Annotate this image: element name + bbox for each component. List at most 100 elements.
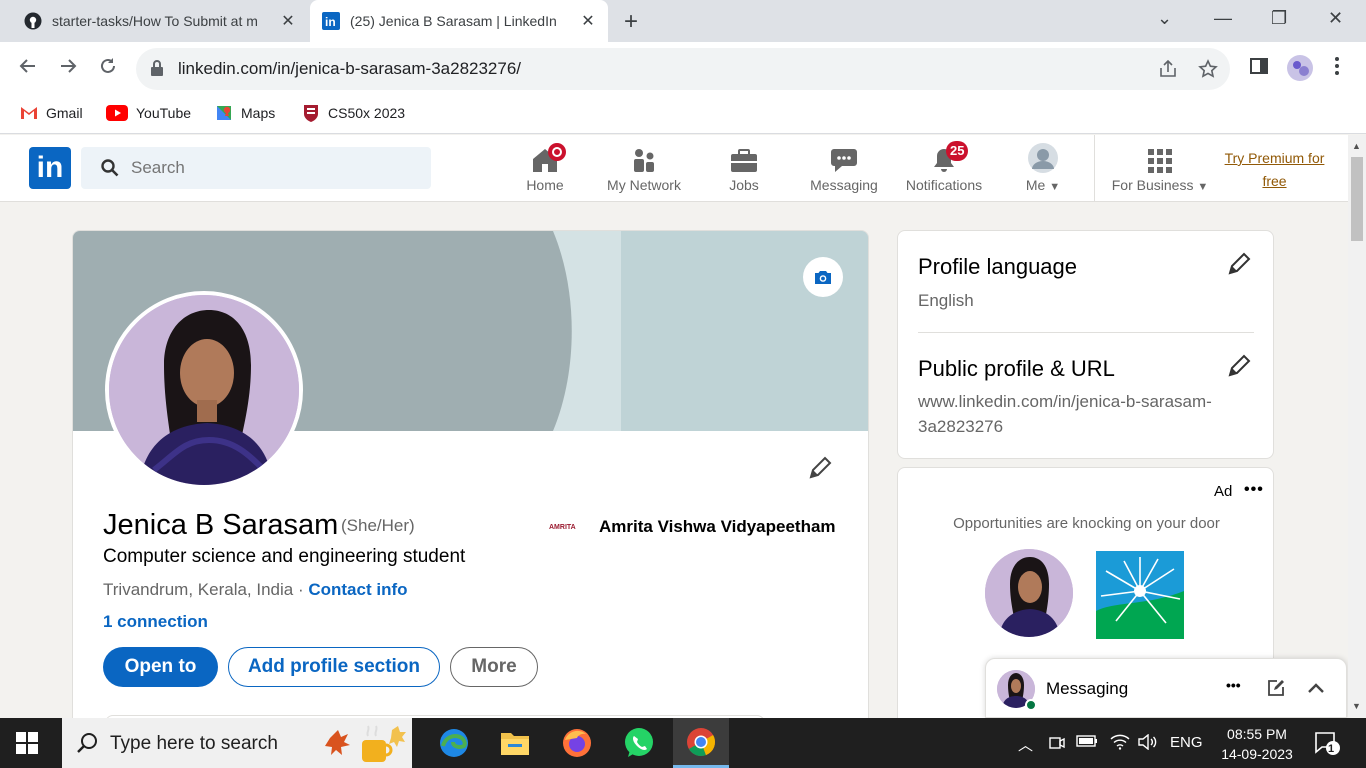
nav-my-network[interactable]: My Network — [594, 143, 694, 199]
search-icon — [76, 732, 98, 759]
notifications-badge: 25 — [946, 141, 969, 161]
nav-label: Me ▼ — [1025, 177, 1061, 193]
close-window-icon[interactable]: ✕ — [1328, 8, 1343, 29]
separator: · — [293, 580, 309, 599]
meet-now-icon[interactable] — [1048, 734, 1066, 756]
edit-language-pencil-icon[interactable] — [1226, 251, 1252, 282]
education-link[interactable]: AMRITA Amrita Vishwa Vidyapeetham — [549, 517, 836, 537]
search-input[interactable] — [131, 155, 411, 181]
edit-url-pencil-icon[interactable] — [1226, 353, 1252, 384]
battery-icon[interactable] — [1076, 734, 1098, 752]
nav-messaging[interactable]: Messaging — [794, 143, 894, 199]
profile-headline: Computer science and engineering student — [103, 546, 466, 567]
nav-me[interactable]: Me ▼ — [993, 143, 1093, 199]
nav-label: For Business ▼ — [1111, 177, 1209, 193]
home-icon — [495, 143, 595, 173]
new-tab-icon[interactable]: + — [624, 8, 638, 36]
profile-language-title: Profile language — [918, 254, 1078, 279]
messaging-icon — [794, 143, 894, 173]
scroll-down-arrow-icon[interactable]: ▼ — [1352, 701, 1361, 711]
linkedin-logo-icon[interactable]: in — [29, 147, 71, 189]
camera-icon[interactable] — [803, 257, 843, 297]
nav-notifications[interactable]: Notifications 25 — [894, 141, 994, 199]
input-language[interactable]: ENG — [1170, 734, 1203, 751]
messaging-options-icon[interactable]: ••• — [1226, 677, 1241, 693]
github-icon — [24, 12, 42, 30]
close-tab-icon[interactable]: ✕ — [278, 11, 298, 31]
bookmark-gmail[interactable]: Gmail — [20, 104, 83, 122]
scrollbar-thumb[interactable] — [1351, 157, 1363, 241]
profile-card: Jenica B Sarasam (She/Her) Computer scie… — [72, 230, 869, 730]
profile-avatar-icon[interactable] — [1286, 54, 1314, 88]
compose-icon[interactable] — [1267, 679, 1285, 702]
profile-settings-card: Profile language English Public profile … — [897, 230, 1274, 459]
side-panel-icon[interactable] — [1249, 56, 1269, 82]
jobs-icon — [694, 143, 794, 173]
whatsapp-icon[interactable] — [611, 718, 667, 768]
online-status-dot — [1025, 699, 1037, 711]
tab-title: (25) Jenica B Sarasam | LinkedIn — [350, 13, 557, 29]
tab-linkedin[interactable]: in (25) Jenica B Sarasam | LinkedIn ✕ — [310, 0, 608, 42]
taskbar-clock[interactable]: 08:55 PM 14-09-2023 — [1212, 724, 1302, 764]
search-bar[interactable] — [81, 147, 431, 189]
windows-start-icon[interactable] — [16, 732, 38, 759]
maps-icon — [215, 104, 233, 122]
close-tab-icon[interactable]: ✕ — [578, 11, 598, 31]
chrome-icon[interactable] — [673, 718, 729, 768]
open-to-button[interactable]: Open to — [103, 647, 218, 687]
show-hidden-icons-chevron-icon[interactable]: ︿ — [1018, 734, 1033, 755]
firefox-icon[interactable] — [549, 718, 605, 768]
bookmark-youtube[interactable]: YouTube — [106, 104, 191, 122]
harvard-icon — [302, 104, 320, 122]
bookmark-maps[interactable]: Maps — [215, 104, 275, 122]
scroll-up-arrow-icon[interactable]: ▲ — [1352, 141, 1361, 151]
nav-label: Messaging — [810, 177, 878, 193]
more-button[interactable]: More — [450, 647, 538, 687]
public-profile-title: Public profile & URL — [918, 356, 1115, 381]
profile-photo[interactable] — [105, 291, 303, 489]
minimize-icon[interactable]: — — [1214, 8, 1232, 29]
bookmark-cs50[interactable]: CS50x 2023 — [302, 104, 405, 122]
tab-search-icon[interactable]: ⌄ — [1157, 8, 1172, 29]
clock-time: 08:55 PM — [1227, 726, 1287, 742]
share-icon[interactable] — [1158, 59, 1178, 84]
address-bar[interactable]: linkedin.com/in/jenica-b-sarasam-3a28232… — [136, 48, 1230, 90]
chevron-up-icon[interactable] — [1306, 679, 1326, 702]
profile-pronouns: (She/Her) — [341, 516, 415, 535]
contact-info-link[interactable]: Contact info — [308, 580, 407, 599]
back-icon[interactable] — [18, 56, 38, 82]
public-profile-url: www.linkedin.com/in/jenica-b-sarasam- 3a2… — [918, 392, 1212, 436]
edit-intro-pencil-icon[interactable] — [807, 455, 833, 486]
action-center-icon[interactable] — [1314, 731, 1340, 759]
linkedin-icon: in — [322, 12, 340, 30]
kebab-menu-icon[interactable] — [1334, 56, 1340, 82]
url-text[interactable]: linkedin.com/in/jenica-b-sarasam-3a28232… — [178, 59, 521, 79]
file-explorer-icon[interactable] — [487, 718, 543, 768]
ad-options-icon[interactable]: ••• — [1244, 481, 1264, 499]
edge-icon[interactable] — [426, 718, 482, 768]
divider — [918, 332, 1254, 333]
add-profile-section-button[interactable]: Add profile section — [228, 647, 440, 687]
profile-location-row: Trivandrum, Kerala, India · Contact info — [103, 580, 408, 600]
maximize-icon[interactable]: ❐ — [1271, 8, 1287, 29]
nav-jobs[interactable]: Jobs — [694, 143, 794, 199]
ad-text: Opportunities are knocking on your door — [953, 515, 1220, 532]
lock-icon[interactable] — [150, 60, 164, 81]
profile-name: Jenica B Sarasam — [103, 509, 339, 541]
messaging-overlay[interactable]: Messaging ••• — [985, 658, 1347, 718]
network-icon — [594, 143, 694, 173]
nav-for-business[interactable]: For Business ▼ — [1110, 143, 1210, 199]
bookmark-label: CS50x 2023 — [328, 105, 406, 121]
bookmark-star-icon[interactable] — [1198, 59, 1218, 84]
reload-icon[interactable] — [98, 56, 118, 82]
connections-link[interactable]: 1 connection — [103, 612, 208, 632]
wifi-icon[interactable] — [1110, 734, 1130, 754]
tab-github[interactable]: starter-tasks/How To Submit at m ✕ — [12, 0, 308, 42]
page-scrollbar[interactable]: ▲ ▼ — [1348, 135, 1366, 717]
amrita-logo: AMRITA — [549, 523, 576, 531]
taskbar-search[interactable]: Type here to search — [62, 718, 412, 768]
try-premium-link[interactable]: Try Premium for free — [1212, 147, 1337, 193]
forward-icon[interactable] — [58, 56, 78, 82]
nav-home[interactable]: Home — [495, 143, 595, 199]
volume-icon[interactable] — [1138, 733, 1158, 754]
